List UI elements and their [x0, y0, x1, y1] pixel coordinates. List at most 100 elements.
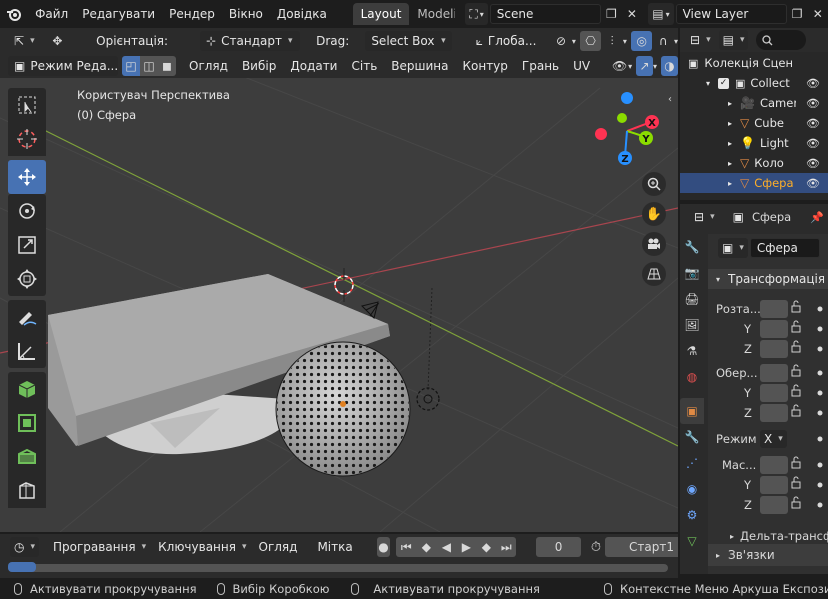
- tab-world[interactable]: ◍: [680, 364, 704, 390]
- timeline-playhead[interactable]: [8, 562, 36, 572]
- outliner-scene-collection[interactable]: ▣ Колекція Сцен: [680, 53, 828, 73]
- playback-dropdown[interactable]: Програвання ▾: [47, 537, 152, 557]
- location-z-field[interactable]: [760, 340, 788, 358]
- mode-dropdown[interactable]: ▣Режим Реда...▾: [8, 56, 129, 76]
- view-layer-selector[interactable]: ▤ ▾: [648, 3, 674, 25]
- start-frame-field[interactable]: Старт 1: [605, 537, 678, 557]
- tab-modeling[interactable]: Modeling: [409, 3, 455, 25]
- outliner-item-light[interactable]: ▸ 💡 Light 👁: [680, 133, 828, 153]
- expand-icon[interactable]: ▸: [728, 139, 732, 148]
- menu-edit[interactable]: Редагувати: [75, 0, 162, 28]
- scene-name-field[interactable]: Scene: [489, 4, 602, 24]
- tool-cursor[interactable]: [8, 122, 46, 156]
- face-select-icon[interactable]: ◼: [158, 56, 176, 76]
- navigation-gizmo[interactable]: X Y Z: [586, 86, 666, 176]
- view-layer-field[interactable]: View Layer: [675, 4, 787, 24]
- eye-icon[interactable]: 👁: [806, 157, 820, 170]
- record-icon[interactable]: ●: [376, 537, 391, 557]
- menu-view[interactable]: Огляд: [182, 54, 235, 78]
- expand-icon[interactable]: ▸: [728, 99, 732, 108]
- 3d-viewport[interactable]: ⇱ ▾ ✥ Орієнтація: ⊹ Стандарт ▾ Drag: Select…: [0, 28, 678, 532]
- blender-logo-icon[interactable]: [0, 7, 28, 21]
- pan-button[interactable]: ✋: [642, 202, 666, 226]
- tool-bevel[interactable]: [8, 474, 46, 508]
- vertex-select-icon[interactable]: ◰: [122, 56, 140, 76]
- snap-icon[interactable]: ⎔: [579, 31, 602, 51]
- eye-icon[interactable]: 👁: [806, 117, 820, 130]
- stopwatch-icon[interactable]: ⏱: [591, 540, 601, 555]
- pin-icon[interactable]: 📌: [810, 211, 824, 224]
- menu-window[interactable]: Вікно: [222, 0, 270, 28]
- move-tool-icon[interactable]: ✥: [47, 31, 69, 51]
- tab-data[interactable]: ▽: [680, 528, 704, 554]
- tab-physics[interactable]: ◉: [680, 476, 704, 502]
- expand-icon[interactable]: ▸: [728, 159, 732, 168]
- keying-dropdown[interactable]: Ключування ▾: [152, 537, 252, 557]
- expand-icon[interactable]: ▸: [728, 179, 732, 188]
- zoom-button[interactable]: [642, 172, 666, 196]
- tab-view-layer[interactable]: 🖼: [680, 312, 704, 338]
- gizmo-z-neg-icon[interactable]: [621, 92, 633, 104]
- eye-icon[interactable]: 👁: [806, 137, 820, 150]
- tool-select-box[interactable]: [8, 88, 46, 122]
- object-name-field[interactable]: Сфера: [749, 238, 820, 258]
- rotation-x-field[interactable]: [760, 364, 788, 382]
- menu-edge[interactable]: Контур: [455, 54, 514, 78]
- perspective-toggle-button[interactable]: [642, 262, 666, 286]
- edge-select-icon[interactable]: ◫: [140, 56, 158, 76]
- scene-copy-icon[interactable]: ❐: [601, 4, 622, 24]
- tool-inset[interactable]: [8, 440, 46, 474]
- checkbox-icon[interactable]: ✓: [718, 77, 730, 89]
- tab-output[interactable]: 🖨: [680, 286, 704, 312]
- timeline-editor-type[interactable]: ◷ ▾: [10, 537, 40, 557]
- tool-add-cube[interactable]: [8, 372, 46, 406]
- expand-icon[interactable]: ▾: [706, 79, 710, 88]
- outliner-item-cube[interactable]: ▸ ▽ Cube 👁: [680, 113, 828, 133]
- timeline-menu-view[interactable]: Огляд: [253, 540, 304, 554]
- menu-vertex[interactable]: Вершина: [384, 54, 455, 78]
- scale-z-field[interactable]: [760, 496, 788, 514]
- tab-scene[interactable]: ⚗: [680, 338, 704, 364]
- overlay-toggle-icon[interactable]: ◑: [661, 56, 678, 76]
- expand-icon[interactable]: ▸: [728, 119, 732, 128]
- transform-orientation-dropdown[interactable]: ⟀ Глоба...: [470, 31, 545, 51]
- eye-icon[interactable]: 👁: [806, 97, 820, 110]
- prev-keyframe-icon[interactable]: ◆: [416, 537, 437, 557]
- drag-dropdown[interactable]: Select Box ▾: [365, 31, 452, 51]
- relations-section-header[interactable]: ▸ Зв'язки: [708, 544, 828, 566]
- snap-target-icon[interactable]: ⫶: [601, 31, 623, 51]
- tool-extrude[interactable]: [8, 406, 46, 440]
- menu-select[interactable]: Вибір: [235, 54, 283, 78]
- tab-constraints[interactable]: ⚙: [680, 502, 704, 528]
- gizmo-toggle-icon[interactable]: ↗: [636, 56, 654, 76]
- scene-remove-icon[interactable]: ✕: [622, 4, 643, 24]
- play-reverse-icon[interactable]: ◀: [436, 537, 457, 557]
- properties-editor-type[interactable]: ⊟ ▾: [690, 207, 719, 227]
- scene-selector[interactable]: ⛶ ▾: [465, 3, 488, 25]
- sidebar-toggle-icon[interactable]: ‹: [668, 94, 678, 110]
- falloff-icon[interactable]: ∩: [652, 31, 674, 51]
- view-layer-remove-icon[interactable]: ✕: [807, 4, 828, 24]
- outliner-item-sphere[interactable]: ▸ ▽ Сфера 👁: [680, 173, 828, 193]
- scale-x-field[interactable]: [760, 456, 788, 474]
- outliner-display-mode[interactable]: ▤ ▾: [718, 30, 749, 50]
- menu-mesh[interactable]: Сіть: [344, 54, 384, 78]
- timeline-menu-marker[interactable]: Мітка: [311, 540, 358, 554]
- tool-measure[interactable]: [8, 334, 46, 368]
- outliner-editor-type[interactable]: ⊟ ▾: [686, 30, 715, 50]
- tab-object[interactable]: ▣: [680, 398, 704, 424]
- proportional-edit-icon[interactable]: ◎: [630, 31, 653, 51]
- outliner-item-camera[interactable]: ▸ 🎥 Camera 👁: [680, 93, 828, 113]
- menu-add[interactable]: Додати: [283, 54, 344, 78]
- tab-modifiers[interactable]: 🔧: [680, 424, 704, 450]
- object-datablock-dropdown[interactable]: ▣ ▾: [718, 238, 748, 258]
- location-x-field[interactable]: [760, 300, 788, 318]
- next-keyframe-icon[interactable]: ◆: [476, 537, 497, 557]
- outliner-search-input[interactable]: [756, 30, 807, 50]
- outliner-item-collection[interactable]: ▾ ✓ ▣ Collect 👁: [680, 73, 828, 93]
- jump-end-icon[interactable]: ⏭: [496, 537, 517, 557]
- eye-icon[interactable]: 👁: [806, 177, 820, 190]
- rotation-z-field[interactable]: [760, 404, 788, 422]
- viewport-scene[interactable]: [0, 28, 678, 532]
- gizmo-y-neg-icon[interactable]: [617, 113, 627, 123]
